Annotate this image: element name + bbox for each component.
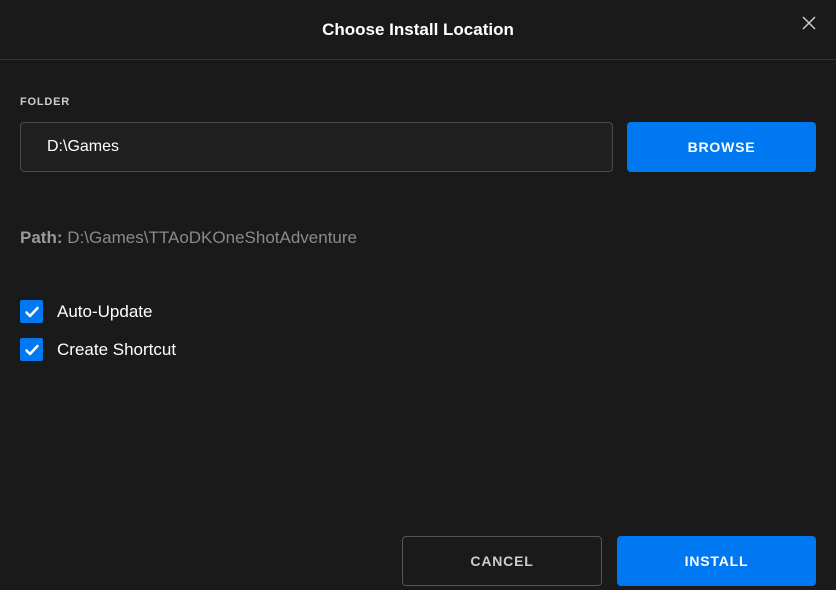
cancel-button[interactable]: CANCEL (402, 536, 602, 586)
close-icon (801, 15, 817, 31)
dialog-footer: CANCEL INSTALL (0, 536, 836, 590)
dialog-header: Choose Install Location (0, 0, 836, 60)
create-shortcut-label: Create Shortcut (57, 340, 176, 360)
auto-update-option: Auto-Update (20, 300, 816, 323)
dialog-title: Choose Install Location (322, 20, 514, 40)
create-shortcut-checkbox[interactable] (20, 338, 43, 361)
folder-input[interactable] (20, 122, 613, 172)
folder-label: FOLDER (20, 96, 816, 108)
create-shortcut-option: Create Shortcut (20, 338, 816, 361)
options-group: Auto-Update Create Shortcut (20, 300, 816, 361)
path-row: Path: D:\Games\TTAoDKOneShotAdventure (20, 228, 816, 248)
close-button[interactable] (800, 14, 818, 32)
path-label: Path: (20, 228, 63, 247)
dialog-content: FOLDER BROWSE Path: D:\Games\TTAoDKOneSh… (0, 60, 836, 361)
browse-button[interactable]: BROWSE (627, 122, 816, 172)
folder-row: BROWSE (20, 122, 816, 172)
auto-update-label: Auto-Update (57, 302, 152, 322)
auto-update-checkbox[interactable] (20, 300, 43, 323)
check-icon (24, 304, 40, 320)
install-button[interactable]: INSTALL (617, 536, 816, 586)
check-icon (24, 342, 40, 358)
path-value: D:\Games\TTAoDKOneShotAdventure (67, 228, 357, 247)
